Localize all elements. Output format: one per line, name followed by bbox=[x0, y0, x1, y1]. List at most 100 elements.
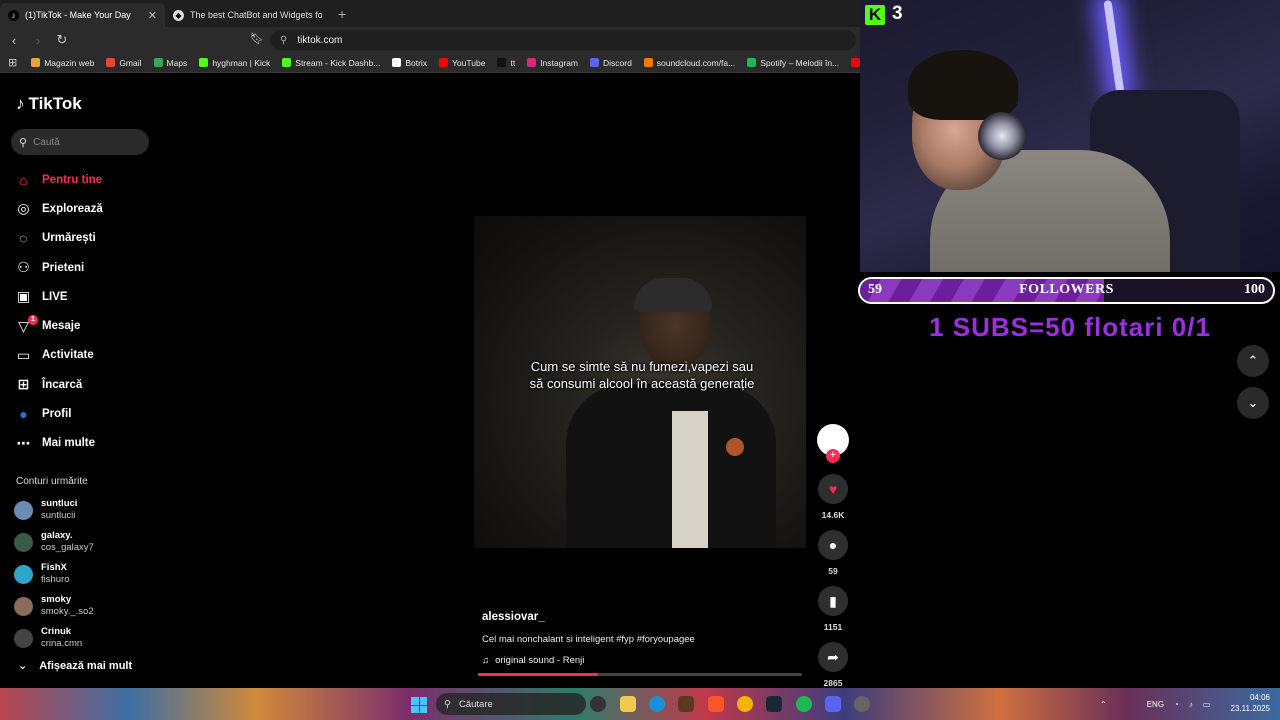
avatar bbox=[14, 564, 33, 584]
search-input[interactable]: ⚲ Caută bbox=[11, 129, 149, 155]
sidebar-item[interactable]: ◎ Explorează bbox=[14, 194, 102, 223]
clock[interactable]: 04:06 23.11.2025 bbox=[1226, 692, 1270, 714]
heart-icon[interactable]: ♥ bbox=[818, 474, 848, 504]
video-progress-bar[interactable] bbox=[478, 673, 802, 676]
file-explorer-icon[interactable] bbox=[620, 696, 636, 712]
volume-icon[interactable]: ♪ bbox=[1189, 700, 1193, 709]
steam-icon[interactable] bbox=[766, 696, 782, 712]
subs-challenge-text: 1 SUBS=50 flotari 0/1 bbox=[929, 312, 1211, 342]
bookmark-item[interactable]: Maps bbox=[153, 58, 187, 68]
following-names: galaxy. cos_galaxy7 bbox=[41, 530, 94, 554]
bookmark-item[interactable]: Magazin web bbox=[31, 58, 94, 68]
taskbar-search[interactable]: ⚲ Căutare bbox=[436, 693, 586, 715]
back-icon[interactable]: ‹ bbox=[4, 33, 24, 48]
apps-grid-icon[interactable]: ⊞ bbox=[8, 56, 17, 69]
following-item[interactable]: suntluci suntlucii bbox=[14, 494, 94, 526]
reload-icon[interactable]: ↻ bbox=[52, 32, 72, 48]
next-video-button[interactable]: ⌄ bbox=[1237, 387, 1269, 419]
settings-icon[interactable] bbox=[854, 696, 870, 712]
language-indicator[interactable]: ENG bbox=[1147, 700, 1164, 709]
video-author[interactable]: alessiovar_ bbox=[482, 611, 545, 623]
bookmark-item[interactable]: Discord bbox=[589, 58, 632, 68]
share-icon[interactable]: ➦ bbox=[818, 642, 848, 672]
tiktok-logo[interactable]: ♪ TikTok bbox=[16, 94, 82, 114]
following-handle: crina.cmn bbox=[41, 638, 83, 649]
sidebar-item[interactable]: ◌ Urmărești bbox=[14, 224, 103, 253]
sidebar-item-label: Pentru tine bbox=[42, 173, 103, 186]
discord-icon[interactable] bbox=[825, 696, 841, 712]
sidebar-item[interactable]: ▭ Activitate bbox=[14, 341, 103, 370]
sidebar-item[interactable]: ⌂ Pentru tine bbox=[14, 165, 103, 194]
site-info-icon[interactable]: ⚲ bbox=[280, 35, 287, 46]
live-icon: ▣ bbox=[16, 288, 31, 305]
chevron-down-icon: ⌄ bbox=[1247, 395, 1259, 410]
previous-video-button[interactable]: ⌃ bbox=[1237, 345, 1269, 377]
sidebar-item[interactable]: ▽ Mesaje 1 bbox=[14, 311, 103, 340]
music-note-icon: ♫ bbox=[482, 655, 490, 666]
edge-icon[interactable] bbox=[649, 696, 665, 712]
activity-icon: ▭ bbox=[16, 346, 31, 363]
bookmark-label: Magazin web bbox=[44, 57, 95, 68]
comment-icon[interactable]: ● bbox=[818, 530, 848, 560]
bookmark-label: Botrix bbox=[405, 57, 428, 68]
chevron-up-icon: ⌃ bbox=[1247, 353, 1259, 368]
forward-icon[interactable]: › bbox=[28, 33, 48, 48]
bookmark-favicon-icon bbox=[31, 58, 41, 67]
taskbar-search-placeholder: Căutare bbox=[458, 698, 493, 710]
sidebar-item[interactable]: ▣ LIVE bbox=[14, 282, 103, 311]
following-item[interactable]: FishX fishuro bbox=[14, 558, 94, 590]
sidebar-item-label: Urmărești bbox=[42, 232, 96, 245]
like-count: 14.6K bbox=[821, 510, 845, 520]
bookmark-item[interactable]: tt bbox=[497, 58, 515, 68]
close-tab-icon[interactable]: ✕ bbox=[148, 9, 157, 22]
following-handle: suntlucii bbox=[41, 510, 76, 521]
sidebar-item[interactable]: ⊞ Încarcă bbox=[14, 370, 103, 399]
bookmark-item[interactable]: Botrix bbox=[392, 58, 427, 68]
bookmark-item[interactable]: soundcloud.com/fa... bbox=[643, 57, 736, 68]
wifi-icon[interactable]: ◔ bbox=[1174, 700, 1179, 709]
creator-avatar[interactable]: + bbox=[817, 424, 849, 463]
bookmark-item[interactable]: Spotify – Melodii în... bbox=[747, 58, 839, 68]
sidebar-item[interactable]: ● Profil bbox=[14, 399, 103, 428]
video-player[interactable]: Cum se simte să nu fumezi,vapezi sau să … bbox=[474, 216, 806, 548]
system-tray: ⌃ ENG ◔ ♪ ▭ bbox=[1100, 690, 1210, 718]
compass-icon: ◎ bbox=[17, 200, 30, 217]
bookmark-label: soundcloud.com/fa... bbox=[656, 57, 736, 68]
follow-plus-icon[interactable]: + bbox=[826, 449, 840, 463]
sidebar-item[interactable]: ⋯ Mai multe bbox=[14, 429, 103, 458]
sidebar-item-label: Profil bbox=[42, 408, 72, 421]
new-tab-button[interactable]: + bbox=[338, 6, 346, 22]
sidebar-item[interactable]: ⚇ Prieteni bbox=[14, 253, 103, 282]
sidebar-item-label: Mai multe bbox=[42, 437, 96, 450]
tab-botrix[interactable]: ◆ The best ChatBot and Widgets for Ki bbox=[165, 3, 330, 27]
minecraft-icon[interactable] bbox=[678, 696, 694, 712]
bookmark-item[interactable]: N bbox=[851, 58, 860, 68]
following-item[interactable]: Crinuk crina.cmn bbox=[14, 622, 94, 654]
tab-tiktok[interactable]: ♪ (1)TikTok - Make Your Day ✕ bbox=[0, 3, 165, 27]
obs-icon[interactable] bbox=[590, 696, 606, 712]
brave-icon[interactable] bbox=[708, 696, 724, 712]
chrome-icon[interactable] bbox=[737, 696, 753, 712]
avatar bbox=[14, 628, 33, 648]
following-item[interactable]: smoky smoky._.so2 bbox=[14, 590, 94, 622]
bookmark-item[interactable]: YouTube bbox=[439, 58, 485, 68]
bookmark-item[interactable]: Gmail bbox=[106, 58, 142, 68]
bookmark-icon[interactable]: 🔖︎ bbox=[250, 32, 264, 45]
video-sound[interactable]: ♫ original sound - Renji bbox=[482, 655, 584, 666]
spotify-icon[interactable] bbox=[796, 696, 812, 712]
tray-chevron-icon[interactable]: ⌃ bbox=[1100, 700, 1107, 709]
tab-strip: ♪ (1)TikTok - Make Your Day ✕ ◆ The best… bbox=[0, 0, 860, 27]
following-item[interactable]: galaxy. cos_galaxy7 bbox=[14, 526, 94, 558]
bookmark-item[interactable]: Instagram bbox=[527, 58, 578, 68]
bookmark-icon[interactable]: ▮ bbox=[818, 586, 848, 616]
bookmark-item[interactable]: hyghman | Kick bbox=[199, 58, 270, 68]
windows-start-icon[interactable] bbox=[411, 697, 427, 713]
battery-icon[interactable]: ▭ bbox=[1203, 700, 1211, 709]
sidebar-item-label: Mesaje bbox=[42, 320, 81, 333]
friends-icon: ⚇ bbox=[17, 259, 30, 276]
bookmark-item[interactable]: Stream - Kick Dashb... bbox=[282, 58, 380, 68]
clock-date: 23.11.2025 bbox=[1230, 704, 1270, 713]
sidebar-item-label: Prieteni bbox=[42, 261, 85, 274]
show-more-button[interactable]: ⌄ Afișează mai mult bbox=[18, 659, 132, 673]
url-field[interactable]: ⚲ tiktok.com bbox=[270, 30, 856, 50]
